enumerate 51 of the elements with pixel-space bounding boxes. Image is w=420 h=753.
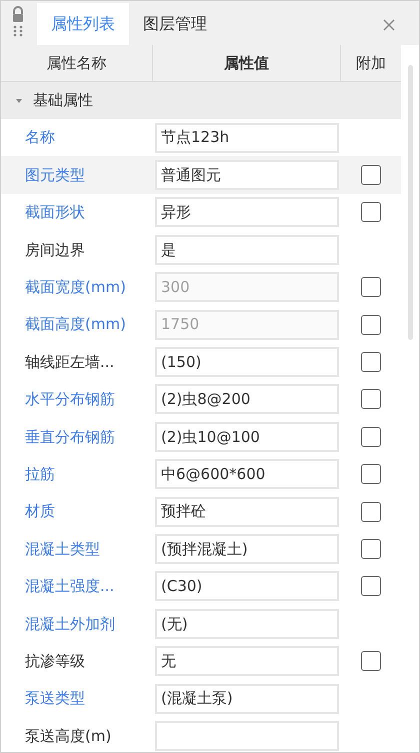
value-field[interactable]: 是 <box>155 234 339 265</box>
value-field[interactable]: (2)虫8@200 <box>155 384 339 414</box>
property-name: 抗渗等级 <box>24 650 86 672</box>
checkbox[interactable] <box>361 202 381 222</box>
value-field[interactable]: 无 <box>155 646 339 676</box>
group-header[interactable]: 基础属性 <box>1 82 401 119</box>
value-field[interactable]: 节点123h <box>155 122 339 153</box>
property-name[interactable]: 材质 <box>1 500 153 523</box>
property-name: 泵送高度(m) <box>24 726 112 747</box>
column-header: 附加 <box>355 52 387 74</box>
checkbox[interactable] <box>361 651 381 672</box>
property-name[interactable]: 垂直分布钢筋 <box>1 426 153 448</box>
property-name[interactable]: 泵送类型 <box>1 687 153 710</box>
checkbox[interactable] <box>361 538 381 559</box>
value-field[interactable]: (预拌混凝土) <box>155 534 339 564</box>
scrollbar-thumb[interactable] <box>408 65 413 340</box>
property-name[interactable]: 截面形状 <box>1 201 153 224</box>
group-label: 基础属性 <box>33 90 93 112</box>
checkbox[interactable] <box>361 352 381 372</box>
tab[interactable]: 图层管理 <box>129 3 221 45</box>
drag-handle-icon[interactable] <box>11 6 25 38</box>
value-field[interactable]: 异形 <box>155 197 339 228</box>
checkbox[interactable] <box>361 464 381 484</box>
property-name[interactable]: 图元类型 <box>1 164 153 186</box>
property-name[interactable]: 拉筋 <box>1 462 153 486</box>
property-name[interactable]: 混凝土强度... <box>1 575 153 598</box>
checkbox[interactable] <box>361 165 381 186</box>
value-field[interactable]: 中6@600*600 <box>155 459 339 490</box>
value-field[interactable] <box>155 720 339 751</box>
column-header: 属性值 <box>153 45 341 81</box>
value-field[interactable]: 普通图元 <box>155 160 339 190</box>
property-name: 房间边界 <box>24 240 86 261</box>
value-field[interactable]: (150) <box>155 347 339 378</box>
property-name[interactable]: 名称 <box>1 126 153 149</box>
property-name[interactable]: 混凝土类型 <box>1 538 153 560</box>
property-name[interactable]: 混凝土外加剂 <box>1 612 153 636</box>
property-name: 轴线距左墙... <box>24 352 116 373</box>
value-field[interactable]: (无) <box>155 608 339 639</box>
expand-arrow-icon[interactable] <box>15 96 23 104</box>
checkbox[interactable] <box>361 426 381 447</box>
value-field[interactable]: (混凝土泵) <box>155 684 339 714</box>
checkbox[interactable] <box>361 389 381 410</box>
checkbox[interactable] <box>361 502 381 522</box>
value-field[interactable]: 预拌砼 <box>155 496 339 527</box>
value-field[interactable]: (C30) <box>155 571 339 602</box>
column-header: 属性名称 <box>1 45 153 81</box>
property-row[interactable]: 图元类型 普通图元 <box>1 156 401 194</box>
checkbox[interactable] <box>361 576 381 596</box>
close-icon[interactable] <box>383 19 395 31</box>
value-field[interactable]: (2)虫10@100 <box>155 422 339 452</box>
property-name[interactable]: 水平分布钢筋 <box>1 388 153 411</box>
